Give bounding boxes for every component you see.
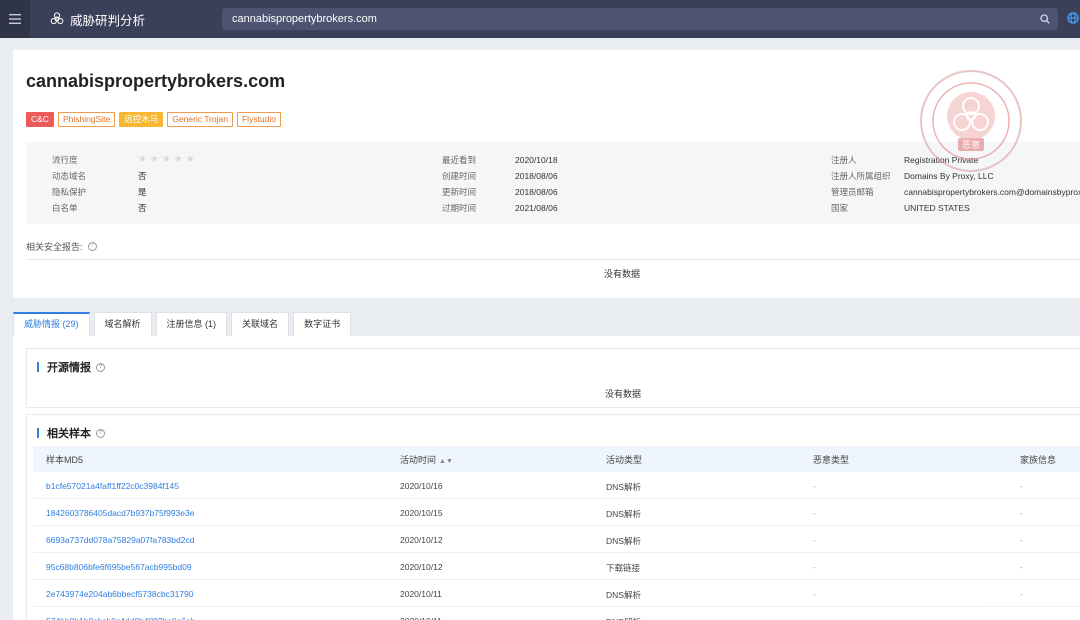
activity-time: 2020/10/12	[400, 562, 443, 572]
column-header-malware-type[interactable]: 恶意类型	[813, 453, 849, 466]
related-samples-title: 相关样本 ?	[37, 425, 105, 441]
column-header-md5[interactable]: 样本MD5	[46, 453, 83, 466]
info-column-left: 流行度 ★ ★ ★ ★ ★ 动态域名 否 隐私保护 是 白名单 否	[52, 152, 432, 216]
column-header-activity-time[interactable]: 活动时间 ▲▼	[400, 453, 453, 466]
star-icon: ★	[173, 154, 183, 165]
open-source-no-data: 没有数据	[605, 389, 642, 399]
activity-type: DNS解析	[606, 509, 641, 519]
info-row-privacy: 隐私保护 是	[52, 187, 147, 197]
info-row-expires: 过期时间 2021/08/06	[442, 203, 558, 213]
tab-related-domains[interactable]: 关联域名	[231, 312, 290, 336]
sample-md5-link[interactable]: 574bb8b1b8cbcb0c4dd0b4892bc0e6ab	[46, 616, 195, 620]
hamburger-menu-button[interactable]	[0, 0, 30, 38]
activity-time: 2020/10/11	[400, 616, 442, 620]
threat-intel-panel: 开源情报 ? 没有数据 相关样本 ? 样本MD5 活动时间 ▲▼ 活动类型 恶意类…	[13, 336, 1080, 620]
malware-type: -	[813, 508, 816, 518]
malware-type: -	[813, 481, 816, 491]
activity-time: 2020/10/16	[400, 481, 443, 491]
top-navigation-bar: 威胁研判分析	[0, 0, 1080, 38]
malware-type: -	[813, 562, 816, 572]
family-info: -	[1020, 481, 1023, 491]
search-bar	[222, 8, 1058, 30]
search-icon	[1040, 14, 1050, 24]
table-row[interactable]: 574bb8b1b8cbcb0c4dd0b4892bc0e6ab 2020/10/…	[33, 607, 1080, 620]
table-header: 样本MD5 活动时间 ▲▼ 活动类型 恶意类型 家族信息	[33, 446, 1080, 472]
sample-md5-link[interactable]: 6693a737dd078a75829a07fa783bd2cd	[46, 535, 194, 545]
family-info: -	[1020, 562, 1023, 572]
table-body: b1cfe57021a4faff1ff22c0c3984f145 2020/10/…	[33, 472, 1080, 620]
sample-md5-link[interactable]: 2e743974e204ab6bbecf5738cbc31790	[46, 589, 193, 599]
app-title: 威胁研判分析	[70, 13, 146, 28]
tab-certificates[interactable]: 数字证书	[293, 312, 352, 336]
star-icon: ★	[138, 154, 147, 165]
family-info: -	[1020, 508, 1023, 518]
tab-dns-resolution[interactable]: 域名解析	[93, 312, 152, 336]
malware-type: -	[813, 589, 816, 599]
tag-flystudio[interactable]: Flystudio	[236, 112, 281, 127]
svg-text:恶意: 恶意	[962, 139, 980, 151]
star-icon: ★	[149, 154, 159, 165]
malicious-stamp-icon: 恶意	[920, 70, 1022, 172]
column-header-family[interactable]: 家族信息	[1020, 453, 1056, 466]
open-source-section: 开源情报 ? 没有数据	[26, 348, 1080, 408]
search-button[interactable]	[1032, 14, 1058, 24]
info-row-dynamic-dns: 动态域名 否	[52, 171, 147, 181]
table-row[interactable]: b1cfe57021a4faff1ff22c0c3984f145 2020/10/…	[33, 472, 1080, 499]
family-info: -	[1020, 535, 1023, 545]
samples-table: 样本MD5 活动时间 ▲▼ 活动类型 恶意类型 家族信息 b1cfe57021a4…	[33, 446, 1080, 620]
activity-type: DNS解析	[606, 590, 641, 600]
activity-type: DNS解析	[606, 536, 641, 546]
info-row-whitelist: 白名单 否	[52, 203, 147, 213]
info-row-updated: 更新时间 2018/08/06	[442, 187, 558, 197]
table-row[interactable]: 2e743974e204ab6bbecf5738cbc31790 2020/10/…	[33, 580, 1080, 607]
star-icon: ★	[161, 154, 171, 165]
threat-tags: C&C PhishingSite 远控木马 Generic Trojan Fly…	[26, 112, 281, 127]
related-reports-label: 相关安全报告: ?	[26, 240, 97, 253]
tag-remote-trojan[interactable]: 远控木马	[119, 112, 164, 127]
tag-cnc[interactable]: C&C	[26, 112, 54, 127]
help-icon[interactable]: ?	[96, 428, 105, 438]
sort-icon[interactable]: ▲▼	[439, 458, 453, 465]
malware-type: -	[813, 535, 816, 545]
open-source-title: 开源情报 ?	[37, 359, 105, 375]
activity-type: DNS解析	[606, 616, 641, 620]
column-header-activity-type[interactable]: 活动类型	[606, 453, 642, 466]
sample-md5-link[interactable]: 1842603786405dacd7b937b75f993e3e	[46, 508, 194, 518]
activity-type: DNS解析	[606, 482, 641, 492]
tab-registration-info[interactable]: 注册信息 (1)	[155, 312, 228, 336]
info-row-admin-email: 管理员邮箱 cannabispropertybrokers.com@domain…	[831, 187, 1080, 197]
sample-md5-link[interactable]: 95c68b806bfe6f695be567acb995bd09	[46, 562, 192, 572]
domain-summary-card: cannabispropertybrokers.com C&C Phishing…	[13, 50, 1080, 298]
info-row-created: 创建时间 2018/08/06	[442, 171, 558, 181]
watermark-logo	[980, 585, 1080, 620]
popularity-stars: ★ ★ ★ ★ ★	[138, 155, 195, 165]
tab-threat-intel[interactable]: 威胁情报 (29)	[13, 312, 90, 336]
hamburger-icon	[9, 14, 21, 24]
reports-no-data: 没有数据	[604, 269, 641, 279]
activity-time: 2020/10/12	[400, 535, 443, 545]
info-column-middle: 最近看到 2020/10/18 创建时间 2018/08/06 更新时间 201…	[442, 152, 802, 216]
tag-phishing-site[interactable]: PhishingSite	[57, 112, 116, 127]
info-row-country: 国家 UNITED STATES	[831, 203, 970, 213]
info-row-last-seen: 最近看到 2020/10/18	[442, 155, 558, 165]
table-row[interactable]: 6693a737dd078a75829a07fa783bd2cd 2020/10/…	[33, 526, 1080, 553]
globe-icon[interactable]	[1067, 12, 1079, 24]
sample-md5-link[interactable]: b1cfe57021a4faff1ff22c0c3984f145	[46, 481, 179, 491]
table-row[interactable]: 1842603786405dacd7b937b75f993e3e 2020/10/…	[33, 499, 1080, 526]
biohazard-logo-icon	[50, 12, 64, 25]
help-icon[interactable]: ?	[87, 242, 97, 251]
help-icon[interactable]: ?	[96, 362, 105, 372]
tag-generic-trojan[interactable]: Generic Trojan	[167, 112, 233, 127]
table-row[interactable]: 95c68b806bfe6f695be567acb995bd09 2020/10/…	[33, 553, 1080, 580]
activity-time: 2020/10/11	[400, 589, 442, 599]
info-row-popularity: 流行度 ★ ★ ★ ★ ★	[52, 154, 195, 166]
star-icon: ★	[185, 154, 195, 165]
search-input[interactable]	[222, 8, 1032, 30]
detail-tabs: 威胁情报 (29) 域名解析 注册信息 (1) 关联域名 数字证书	[13, 312, 352, 336]
domain-title: cannabispropertybrokers.com	[26, 71, 286, 91]
activity-type: 下载链接	[606, 563, 641, 573]
activity-time: 2020/10/15	[400, 508, 443, 518]
divider	[26, 259, 1080, 260]
app-brand[interactable]: 威胁研判分析	[50, 10, 145, 29]
